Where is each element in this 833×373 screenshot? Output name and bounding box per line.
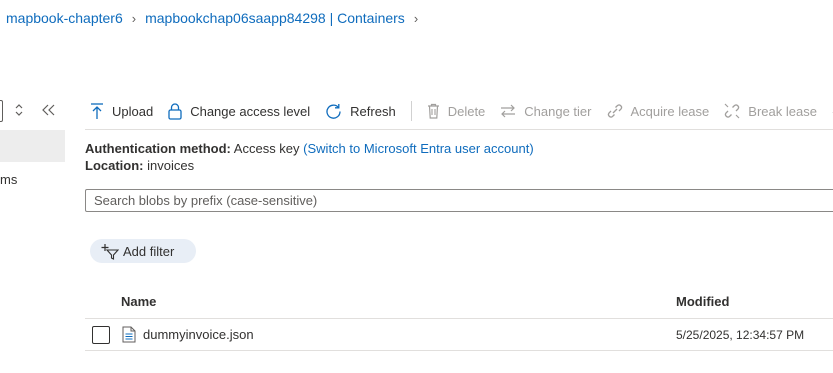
refresh-label: Refresh [350, 103, 396, 119]
location: Location: invoices [85, 158, 194, 173]
break-lease-button[interactable]: Break lease [724, 103, 817, 119]
sidebar-search-box[interactable] [0, 100, 3, 122]
break-lease-label: Break lease [748, 103, 817, 119]
command-bar: Upload Change access level Refresh Delet… [90, 98, 833, 124]
refresh-button[interactable]: Refresh [325, 103, 396, 120]
location-label: Location: [85, 158, 144, 173]
collapse-sidebar-icon[interactable] [42, 104, 56, 116]
auth-value: Access key [233, 141, 300, 156]
refresh-icon [326, 103, 341, 119]
file-name[interactable]: dummyinvoice.json [143, 327, 254, 342]
broken-link-icon [724, 103, 740, 119]
switch-auth-link[interactable]: (Switch to Microsoft Entra user account) [303, 141, 533, 156]
change-tier-button[interactable]: Change tier [500, 103, 592, 119]
trash-icon [427, 103, 439, 119]
search-blobs-input[interactable] [85, 189, 833, 212]
column-header-name[interactable]: Name [121, 294, 156, 309]
delete-label: Delete [447, 103, 486, 119]
breadcrumb-separator: › [413, 10, 419, 26]
acquire-lease-label: Acquire lease [630, 103, 710, 119]
upload-label: Upload [112, 103, 154, 119]
table-row-line [85, 350, 833, 351]
file-modified: 5/25/2025, 12:34:57 PM [676, 328, 805, 342]
add-filter-label: Add filter [123, 243, 175, 259]
column-header-modified[interactable]: Modified [676, 294, 729, 309]
authentication-method: Authentication method: Access key (Switc… [85, 141, 534, 156]
lock-icon [168, 102, 182, 120]
row-checkbox[interactable] [92, 326, 110, 344]
change-access-level-label: Change access level [190, 103, 311, 119]
upload-icon [91, 103, 103, 119]
upload-button[interactable]: Upload [90, 102, 153, 120]
toolbar-divider-line [85, 129, 833, 130]
link-icon [607, 104, 622, 118]
delete-button[interactable]: Delete [427, 103, 486, 119]
table-row[interactable]: dummyinvoice.json 5/25/2025, 12:34:57 PM [85, 319, 833, 350]
file-icon [122, 326, 136, 343]
change-access-level-button[interactable]: Change access level [168, 102, 311, 120]
breadcrumb-item-resource-group[interactable]: mapbook-chapter6 [6, 10, 123, 26]
acquire-lease-button[interactable]: Acquire lease [607, 103, 710, 119]
breadcrumb-separator: › [131, 10, 137, 26]
sort-icon[interactable] [14, 103, 24, 117]
add-filter-icon [101, 243, 119, 260]
change-tier-label: Change tier [524, 103, 592, 119]
add-filter-button[interactable]: Add filter [90, 239, 196, 263]
toolbar-divider [410, 101, 412, 121]
breadcrumb: mapbook-chapter6 › mapbookchap06saapp842… [6, 10, 427, 26]
location-value: invoices [147, 158, 195, 173]
sidebar-item-selected[interactable] [0, 130, 65, 162]
auth-label: Authentication method: [85, 141, 231, 156]
sidebar-item-label[interactable]: ms [0, 172, 17, 187]
breadcrumb-item-containers[interactable]: mapbookchap06saapp84298 | Containers [145, 10, 405, 26]
swap-arrows-icon [501, 104, 516, 118]
